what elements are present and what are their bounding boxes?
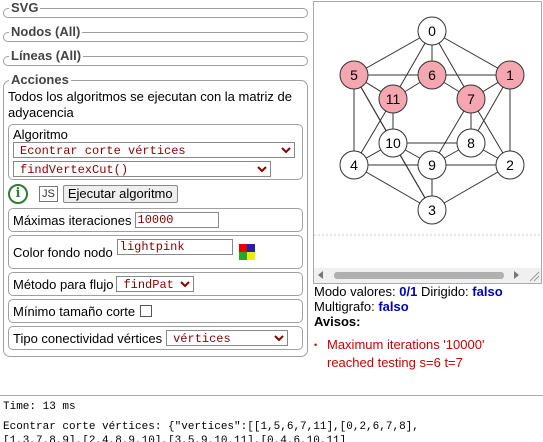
warning-item: • Maximum iterations '10000' reached tes… <box>314 336 543 372</box>
method-select[interactable]: findVertexCut() <box>13 161 271 177</box>
actions-section: Acciones Todos los algoritmos se ejecuta… <box>3 72 308 357</box>
graph-node-label: 8 <box>467 135 475 151</box>
graph-node-6[interactable]: 6 <box>417 60 447 90</box>
flow-group: Método para flujo findPath <box>8 272 303 296</box>
bg-color-label: Color fondo nodo <box>13 244 113 260</box>
actions-description: Todos los algoritmos se ejecutan con la … <box>8 89 292 120</box>
multigraph-label: Multigrafo: <box>314 299 375 314</box>
warnings-label: Avisos <box>314 314 357 329</box>
min-cut-label: Mínimo tamaño corte <box>13 303 136 319</box>
graph-node-10[interactable]: 10 <box>378 128 408 158</box>
directed-value: falso <box>472 284 503 299</box>
directed-label: Dirigido: <box>420 284 469 299</box>
algorithm-label: Algoritmo <box>13 127 68 142</box>
nodes-section-title[interactable]: Nodos (All) <box>9 24 83 39</box>
max-iter-group: Máximas iteraciones <box>8 208 303 232</box>
mode-label: Modo valores: <box>314 284 396 299</box>
graph-node-11[interactable]: 11 <box>378 84 408 114</box>
graph-node-label: 0 <box>428 23 436 39</box>
info-icon[interactable]: i <box>8 184 28 204</box>
actions-section-title[interactable]: Acciones <box>9 72 71 87</box>
lines-section[interactable]: Líneas (All) <box>3 48 308 66</box>
graph-panel: 0 1 2 3 4 5 6 7 8 9 10 11 <box>313 1 542 284</box>
flow-select[interactable]: findPath <box>116 276 195 292</box>
multigraph-value: falso <box>378 299 409 314</box>
run-algorithm-button[interactable]: Ejecutar algoritmo <box>62 185 178 203</box>
graph-node-3[interactable]: 3 <box>417 195 447 225</box>
warning-text: Maximum iterations '10000' reached testi… <box>327 337 485 370</box>
algorithm-group: Algoritmo Econtrar corte vértices findVe… <box>8 124 303 180</box>
output-console: Time: 13 ms Econtrar corte vértices: {"v… <box>0 395 543 442</box>
algorithm-select[interactable]: Econtrar corte vértices <box>13 142 295 158</box>
graph-info: Modo valores: 0/1 Dirigido: falso Multig… <box>314 284 543 372</box>
graph-node-label: 11 <box>386 91 401 107</box>
max-iter-label: Máximas iteraciones <box>13 212 132 228</box>
min-cut-group: Mínimo tamaño corte <box>8 299 303 323</box>
horizontal-scrollbar[interactable] <box>314 268 541 283</box>
min-cut-checkbox[interactable] <box>140 305 153 317</box>
graph-node-label: 9 <box>428 157 436 173</box>
graph-node-label: 7 <box>467 91 475 107</box>
graph-node-7[interactable]: 7 <box>456 84 486 114</box>
graph-node-2[interactable]: 2 <box>495 150 525 180</box>
scroll-thumb[interactable] <box>334 272 504 279</box>
output-time: Time: 13 ms <box>3 401 76 413</box>
graph-node-1[interactable]: 1 <box>495 60 525 90</box>
graph-node-label: 2 <box>506 157 514 173</box>
max-iter-input[interactable] <box>134 212 219 228</box>
bg-color-input[interactable] <box>116 239 233 255</box>
conn-group: Tipo conectividad vértices vértices <box>8 326 303 350</box>
graph-node-label: 3 <box>428 202 436 218</box>
output-result-line1: Econtrar corte vértices: {"vertices":[[1… <box>3 421 419 433</box>
bg-color-group: Color fondo nodo <box>8 235 303 269</box>
svg-section[interactable]: SVG <box>3 0 308 18</box>
left-panel: SVG Nodos (All) Líneas (All) Acciones To… <box>3 0 308 357</box>
js-toggle[interactable]: JS <box>39 186 58 202</box>
mode-value: 0/1 <box>399 284 418 299</box>
graph-node-0[interactable]: 0 <box>417 16 447 46</box>
conn-label: Tipo conectividad vértices <box>13 330 163 346</box>
graph-node-label: 10 <box>385 135 401 151</box>
flow-label: Método para flujo <box>13 276 114 292</box>
graph-node-label: 5 <box>350 67 358 83</box>
graph-node-label: 6 <box>428 67 436 83</box>
svg-section-title[interactable]: SVG <box>9 0 41 15</box>
output-result-line2: [1,3,7,8,9],[2,4,8,9,10],[3,5,9,10,11],[… <box>3 435 347 442</box>
graph-node-label: 1 <box>506 67 514 83</box>
color-picker-icon[interactable] <box>238 244 255 260</box>
graph-node-label: 4 <box>350 157 358 173</box>
graph-canvas[interactable]: 0 1 2 3 4 5 6 7 8 9 10 11 <box>314 2 541 283</box>
run-row: i JS Ejecutar algoritmo <box>8 183 303 205</box>
graph-node-4[interactable]: 4 <box>339 150 369 180</box>
lines-section-title[interactable]: Líneas (All) <box>9 48 84 63</box>
graph-node-9[interactable]: 9 <box>417 150 447 180</box>
graph-node-8[interactable]: 8 <box>456 128 486 158</box>
nodes-section[interactable]: Nodos (All) <box>3 24 308 42</box>
graph-node-5[interactable]: 5 <box>339 60 369 90</box>
conn-select[interactable]: vértices <box>166 330 289 346</box>
